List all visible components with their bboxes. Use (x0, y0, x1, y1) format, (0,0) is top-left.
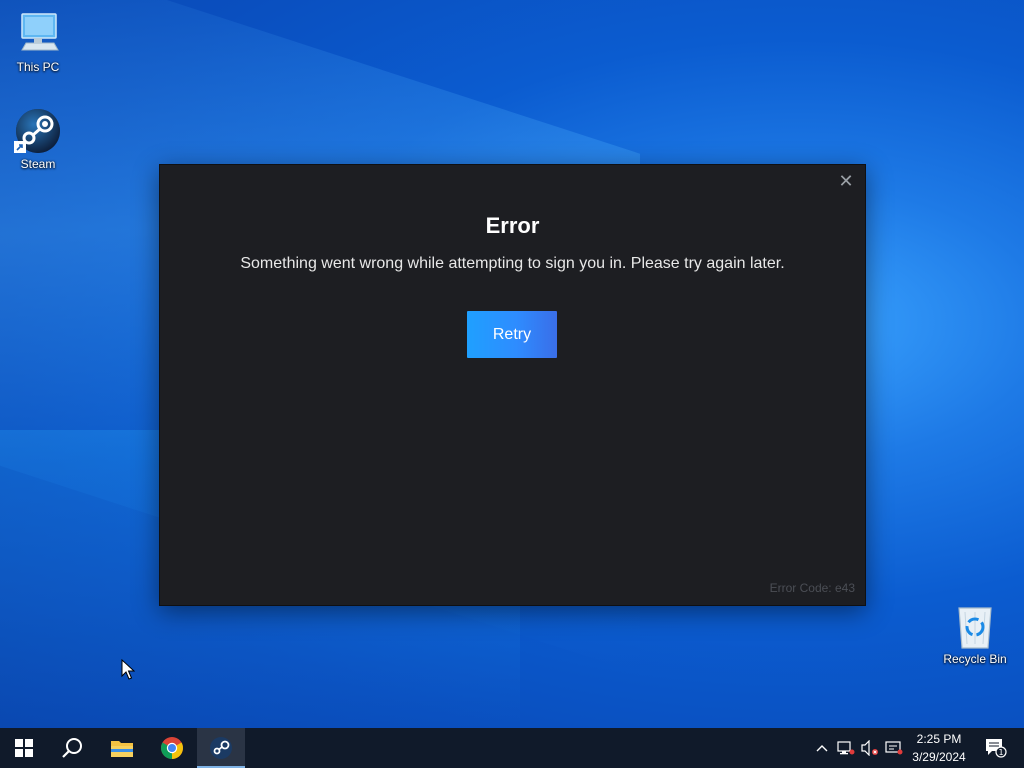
network-icon[interactable] (834, 728, 858, 768)
show-hidden-icons-chevron-icon[interactable] (810, 728, 834, 768)
desktop-icon-recycle-bin[interactable]: Recycle Bin (937, 602, 1013, 666)
volume-muted-icon[interactable] (858, 728, 882, 768)
desktop-icon-steam[interactable]: Steam (0, 107, 76, 171)
clock-date: 3/29/2024 (912, 750, 966, 764)
desktop-icon-label: This PC (16, 60, 60, 74)
error-code: Error Code: e43 (769, 581, 855, 595)
system-clock[interactable]: 2:25 PM 3/29/2024 (906, 730, 972, 766)
taskbar: 2:25 PM 3/29/2024 1 (0, 728, 1024, 768)
notification-center-icon[interactable]: 1 (976, 728, 1016, 768)
windows-start-icon[interactable] (0, 728, 48, 768)
recycle-bin-icon (951, 602, 999, 650)
file-explorer-icon[interactable] (98, 728, 146, 768)
steam-error-dialog: ✕ Error Something went wrong while attem… (159, 164, 866, 606)
retry-button[interactable]: Retry (467, 311, 557, 358)
steam-taskbar-icon[interactable] (197, 728, 245, 768)
desktop-icon-this-pc[interactable]: This PC (0, 10, 76, 74)
steam-icon (14, 107, 62, 155)
close-icon[interactable]: ✕ (835, 171, 857, 193)
desktop-icon-label: Recycle Bin (943, 652, 1007, 666)
chrome-icon[interactable] (148, 728, 196, 768)
dialog-message: Something went wrong while attempting to… (240, 255, 785, 272)
mouse-cursor-icon (121, 658, 136, 681)
search-icon[interactable] (48, 728, 96, 768)
dialog-title: Error (485, 213, 540, 238)
desktop-icon-label: Steam (20, 157, 56, 171)
clock-time: 2:25 PM (916, 732, 962, 746)
message-icon[interactable] (882, 728, 906, 768)
notification-count: 1 (998, 748, 1003, 757)
this-pc-icon (14, 10, 62, 58)
